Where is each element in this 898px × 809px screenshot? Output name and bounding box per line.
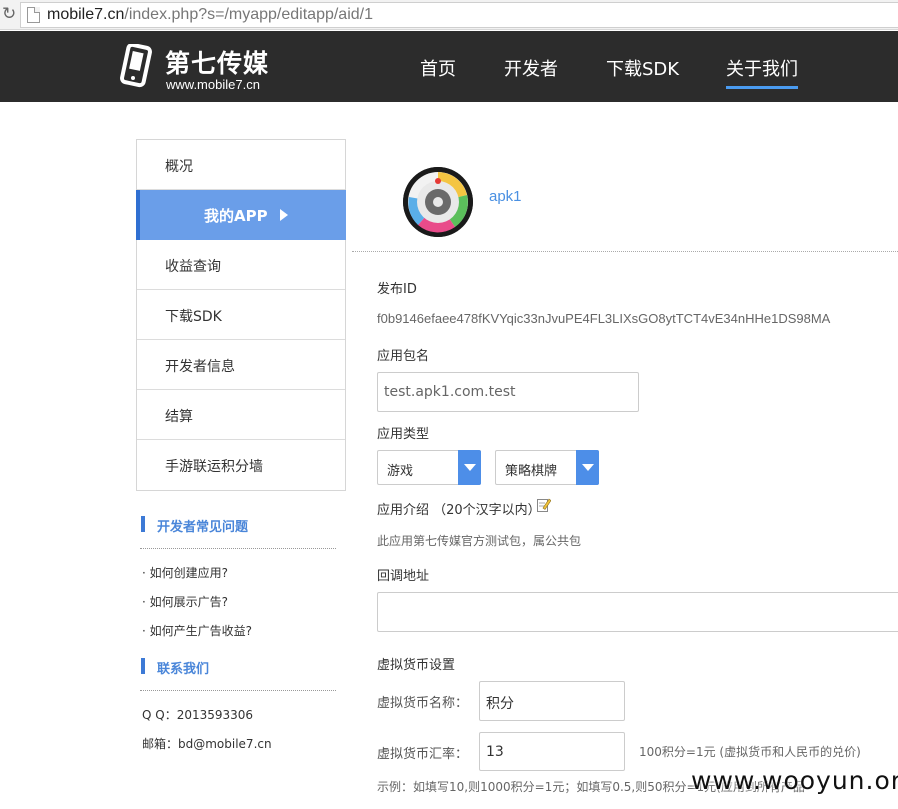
nav-active-indicator (726, 86, 798, 89)
currency-name-input[interactable]: 积分 (479, 681, 625, 721)
sidebar-item-label: 下载SDK (165, 309, 222, 325)
sidebar-item-earnings[interactable]: 收益查询 (137, 240, 345, 290)
page-icon (27, 7, 40, 23)
logo-text[interactable]: 第七传媒 (165, 44, 269, 80)
publish-id-label: 发布ID (377, 282, 417, 297)
sidebar-item-label: 开发者信息 (165, 359, 235, 375)
contact-email: 邮箱：bd@mobile7.cn (142, 737, 272, 751)
contact-qq: Q Q：2013593306 (142, 708, 254, 722)
sidebar-item-label: 收益查询 (165, 259, 221, 275)
url-path: /index.php?s=/myapp/editapp/aid/1 (124, 6, 373, 23)
sidebar-item-offerwall[interactable]: 手游联运积分墙 (137, 440, 345, 490)
heading-bar-icon (141, 658, 145, 674)
app-type-value: 游戏 (387, 464, 414, 479)
sidebar-item-my-app[interactable]: 我的APP (136, 190, 346, 240)
faq-heading-text: 开发者常见问题 (157, 520, 249, 535)
logo-domain[interactable]: www.mobile7.cn (166, 77, 260, 92)
app-subtype-select[interactable]: 策略棋牌 (495, 450, 599, 485)
nav-home[interactable]: 首页 (420, 55, 456, 81)
sidebar-item-label: 概况 (165, 159, 193, 175)
faq-link-show-ads[interactable]: · 如何展示广告? (142, 593, 228, 610)
edit-icon[interactable] (537, 497, 551, 512)
currency-rate-note: 100积分=1元 (虚拟货币和人民币的兑价) (639, 745, 861, 759)
divider (140, 548, 336, 549)
app-name[interactable]: apk1 (489, 188, 522, 205)
sidebar-item-download-sdk[interactable]: 下载SDK (137, 290, 345, 340)
currency-rate-label: 虚拟货币汇率： (377, 747, 469, 762)
section-divider (352, 251, 898, 252)
sidebar-item-label: 我的APP (204, 207, 268, 225)
heading-bar-icon (141, 516, 145, 532)
sidebar-item-label: 手游联运积分墙 (165, 459, 263, 475)
sidebar-item-label: 结算 (165, 409, 193, 425)
intro-value: 此应用第七传媒官方测试包，属公共包 (377, 534, 582, 548)
currency-rate-input[interactable]: 13 (479, 732, 625, 771)
reload-icon[interactable]: ↻ (2, 4, 18, 24)
package-name-label: 应用包名 (377, 349, 430, 364)
intro-label: 应用介绍 （20个汉字以内） (377, 503, 541, 518)
app-icon (403, 167, 473, 237)
publish-id-value: f0b9146efaee478fKVYqic33nJvuPE4FL3LIXsGO… (377, 311, 831, 326)
nav-about-us[interactable]: 关于我们 (726, 55, 798, 81)
sidebar-menu: 概况 我的APP 收益查询 下载SDK 开发者信息 结算 手游联运积分墙 (136, 139, 346, 491)
package-name-input[interactable]: test.apk1.com.test (377, 372, 639, 412)
app-type-select[interactable]: 游戏 (377, 450, 481, 485)
currency-rate-value: 13 (486, 744, 504, 760)
faq-link-ad-revenue[interactable]: · 如何产生广告收益? (142, 622, 252, 639)
chevron-down-icon[interactable] (576, 450, 599, 485)
browser-address-bar: ↻ mobile7.cn/index.php?s=/myapp/editapp/… (0, 0, 898, 30)
phone-logo-icon[interactable] (118, 44, 156, 88)
callback-url-input[interactable] (377, 592, 898, 632)
faq-link-create-app[interactable]: · 如何创建应用? (142, 564, 228, 581)
nav-developer[interactable]: 开发者 (504, 55, 558, 81)
package-name-value: test.apk1.com.test (384, 384, 516, 400)
currency-name-value: 积分 (486, 696, 514, 712)
callback-label: 回调地址 (377, 569, 430, 584)
caret-right-icon (280, 209, 288, 221)
nav-download-sdk[interactable]: 下载SDK (606, 55, 679, 81)
site-header: 第七传媒 www.mobile7.cn 首页 开发者 下载SDK 关于我们 (0, 31, 898, 102)
sidebar-item-developer-info[interactable]: 开发者信息 (137, 340, 345, 390)
contact-heading-text: 联系我们 (157, 662, 210, 677)
chevron-down-icon[interactable] (458, 450, 481, 485)
app-subtype-value: 策略棋牌 (505, 464, 558, 479)
sidebar-item-settlement[interactable]: 结算 (137, 390, 345, 440)
app-type-label: 应用类型 (377, 427, 430, 442)
url-field[interactable]: mobile7.cn/index.php?s=/myapp/editapp/ai… (20, 2, 898, 28)
currency-name-label: 虚拟货币名称： (377, 696, 469, 711)
url-host: mobile7.cn (47, 6, 125, 23)
watermark: www.wooyun.org (691, 766, 898, 795)
divider (140, 690, 336, 691)
currency-section-title: 虚拟货币设置 (377, 658, 456, 673)
url-text: mobile7.cn/index.php?s=/myapp/editapp/ai… (47, 6, 373, 24)
sidebar-item-overview[interactable]: 概况 (137, 140, 345, 190)
